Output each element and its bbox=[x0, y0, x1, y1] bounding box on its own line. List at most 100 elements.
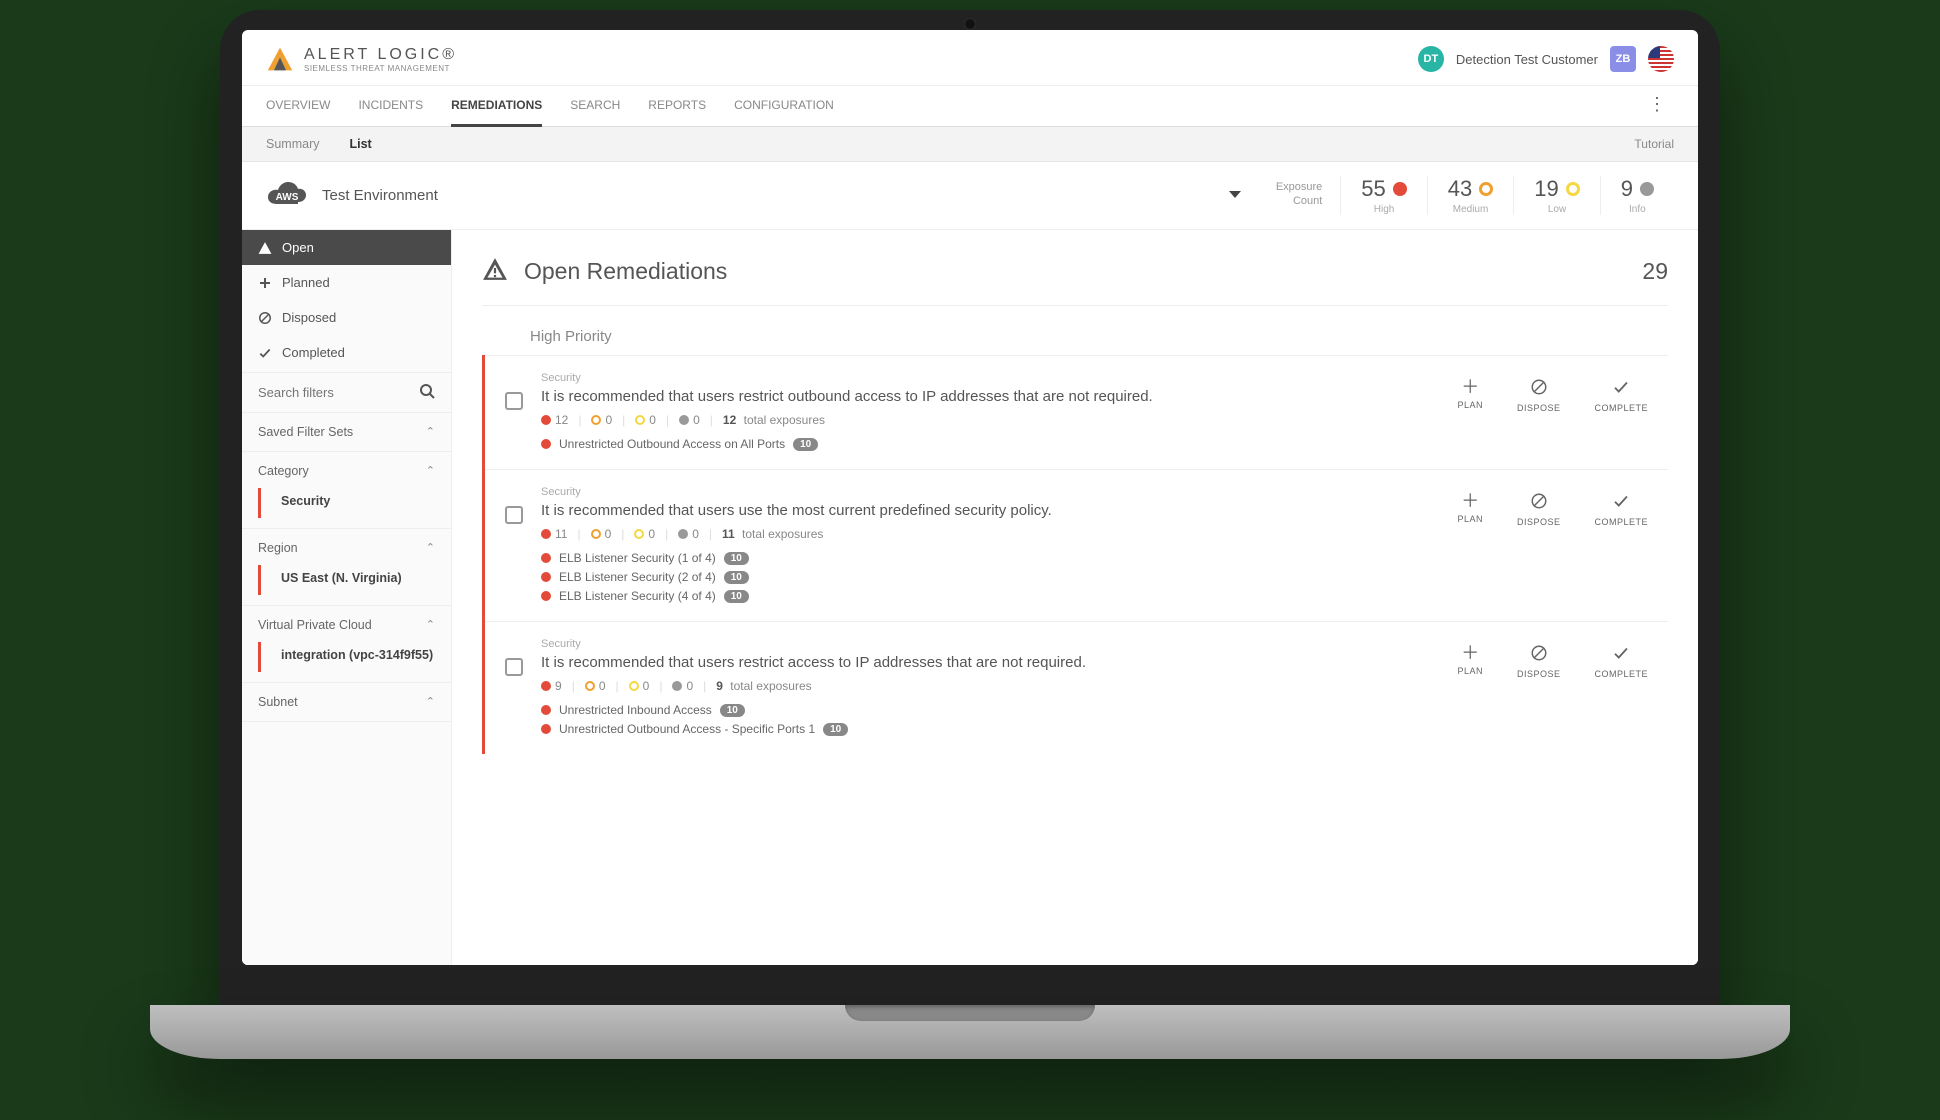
environment-bar: AWS Test Environment Exposure Count 55 H… bbox=[242, 162, 1698, 230]
logo-icon bbox=[266, 45, 294, 73]
check-icon bbox=[1612, 644, 1630, 665]
secondary-tabs: Summary List Tutorial bbox=[242, 127, 1698, 162]
sub-exposure[interactable]: ELB Listener Security (4 of 4)10 bbox=[541, 589, 1439, 603]
tab-reports[interactable]: REPORTS bbox=[648, 86, 706, 126]
exposure-info[interactable]: 9 Info bbox=[1601, 176, 1674, 215]
remediation-card: Security It is recommended that users use… bbox=[485, 469, 1668, 621]
sidebar-state-disposed[interactable]: Disposed bbox=[242, 300, 451, 335]
complete-button[interactable]: COMPLETE bbox=[1594, 492, 1648, 527]
search-icon[interactable] bbox=[419, 383, 435, 402]
tab-incidents[interactable]: INCIDENTS bbox=[358, 86, 423, 126]
camera-dot bbox=[964, 18, 976, 30]
plus-icon: ＋ bbox=[1461, 644, 1479, 662]
sub-exposure[interactable]: Unrestricted Inbound Access10 bbox=[541, 703, 1439, 717]
exposure-high[interactable]: 55 High bbox=[1341, 176, 1427, 215]
chevron-up-icon: ⌃ bbox=[426, 618, 435, 632]
subtab-list[interactable]: List bbox=[349, 127, 371, 161]
select-checkbox[interactable] bbox=[505, 392, 523, 410]
dispose-button[interactable]: DISPOSE bbox=[1517, 378, 1561, 413]
cloud-provider-icon: AWS bbox=[266, 182, 308, 210]
select-checkbox[interactable] bbox=[505, 506, 523, 524]
dispose-button[interactable]: DISPOSE bbox=[1517, 492, 1561, 527]
card-category: Security bbox=[541, 486, 1439, 498]
primary-tabs: OVERVIEW INCIDENTS REMEDIATIONS SEARCH REPOR… bbox=[242, 86, 1698, 127]
laptop-base bbox=[150, 1005, 1790, 1059]
dispose-icon bbox=[1530, 644, 1548, 665]
laptop-bezel: ALERT LOGIC® SIEMLESS THREAT MANAGEMENT … bbox=[220, 10, 1720, 1005]
remediation-card: SecurityIt is recommended that users res… bbox=[485, 355, 1668, 469]
laptop-mock: ALERT LOGIC® SIEMLESS THREAT MANAGEMENT … bbox=[220, 10, 1720, 1059]
filter-section-category[interactable]: Category⌃ bbox=[242, 454, 451, 488]
tab-search[interactable]: SEARCH bbox=[570, 86, 620, 126]
card-title[interactable]: It is recommended that users restrict ac… bbox=[541, 654, 1439, 671]
sub-exposure[interactable]: ELB Listener Security (1 of 4)10 bbox=[541, 551, 1439, 565]
filter-section-saved-filter-sets[interactable]: Saved Filter Sets⌃ bbox=[242, 415, 451, 449]
locale-flag-icon[interactable] bbox=[1648, 46, 1674, 72]
exposure-medium[interactable]: 43 Medium bbox=[1428, 176, 1514, 215]
sub-exposure[interactable]: ELB Listener Security (2 of 4)10 bbox=[541, 570, 1439, 584]
sub-exposure[interactable]: Unrestricted Outbound Access - Specific … bbox=[541, 722, 1439, 736]
chevron-up-icon: ⌃ bbox=[426, 695, 435, 709]
tab-overview[interactable]: OVERVIEW bbox=[266, 86, 330, 126]
exposure-counts: Exposure Count 55 High43 Medium19 Low9 I… bbox=[1276, 176, 1674, 215]
app-screen: ALERT LOGIC® SIEMLESS THREAT MANAGEMENT … bbox=[242, 30, 1698, 965]
user-avatar[interactable]: ZB bbox=[1610, 46, 1636, 72]
tab-configuration[interactable]: CONFIGURATION bbox=[734, 86, 834, 126]
svg-text:AWS: AWS bbox=[276, 192, 299, 203]
dispose-icon bbox=[1530, 378, 1548, 399]
plan-button[interactable]: ＋PLAN bbox=[1457, 378, 1483, 410]
dispose-button[interactable]: DISPOSE bbox=[1517, 644, 1561, 679]
sidebar-state-completed[interactable]: Completed bbox=[242, 335, 451, 370]
plan-button[interactable]: ＋PLAN bbox=[1457, 492, 1483, 524]
check-icon bbox=[258, 346, 272, 360]
environment-name[interactable]: Test Environment bbox=[322, 187, 438, 204]
select-checkbox[interactable] bbox=[505, 658, 523, 676]
card-category: Security bbox=[541, 638, 1439, 650]
tab-remediations[interactable]: REMEDIATIONS bbox=[451, 86, 542, 127]
filter-value[interactable]: Security bbox=[258, 488, 451, 518]
complete-button[interactable]: COMPLETE bbox=[1594, 644, 1648, 679]
logo-text-main: ALERT LOGIC® bbox=[304, 46, 457, 64]
app-header: ALERT LOGIC® SIEMLESS THREAT MANAGEMENT … bbox=[242, 30, 1698, 86]
priority-heading: High Priority bbox=[530, 328, 1668, 345]
filter-section-virtual-private-cloud[interactable]: Virtual Private Cloud⌃ bbox=[242, 608, 451, 642]
brand-logo[interactable]: ALERT LOGIC® SIEMLESS THREAT MANAGEMENT bbox=[266, 45, 457, 73]
filter-search-input[interactable] bbox=[258, 385, 411, 400]
complete-button[interactable]: COMPLETE bbox=[1594, 378, 1648, 413]
check-icon bbox=[1612, 378, 1630, 399]
filter-section-region[interactable]: Region⌃ bbox=[242, 531, 451, 565]
disposed-icon bbox=[258, 311, 272, 325]
exposure-label-1: Exposure bbox=[1276, 180, 1322, 194]
exposure-low[interactable]: 19 Low bbox=[1514, 176, 1600, 215]
sidebar-state-open[interactable]: Open bbox=[242, 230, 451, 265]
more-menu-icon[interactable]: ⋮ bbox=[1640, 86, 1674, 126]
subtab-summary[interactable]: Summary bbox=[266, 127, 319, 161]
main-content: Open Remediations 29 High Priority Secur… bbox=[452, 230, 1698, 965]
sidebar-state-planned[interactable]: Planned bbox=[242, 265, 451, 300]
plan-button[interactable]: ＋PLAN bbox=[1457, 644, 1483, 676]
card-metrics: 11|0|0|0|11 total exposures bbox=[541, 527, 1439, 541]
exposure-label-2: Count bbox=[1276, 194, 1322, 208]
filter-section-subnet[interactable]: Subnet⌃ bbox=[242, 685, 451, 719]
check-icon bbox=[1612, 492, 1630, 513]
chevron-up-icon: ⌃ bbox=[426, 464, 435, 478]
warning-icon bbox=[482, 256, 508, 287]
card-title[interactable]: It is recommended that users use the mos… bbox=[541, 502, 1439, 519]
account-name[interactable]: Detection Test Customer bbox=[1456, 52, 1598, 67]
remediation-card: Security It is recommended that users res… bbox=[485, 621, 1668, 754]
tutorial-link[interactable]: Tutorial bbox=[1634, 127, 1674, 161]
card-title[interactable]: It is recommended that users restrict ou… bbox=[541, 388, 1439, 405]
app-body: OpenPlannedDisposedCompleted Saved Filte… bbox=[242, 230, 1698, 965]
warning-icon bbox=[258, 241, 272, 255]
filter-search[interactable] bbox=[242, 375, 451, 410]
environment-dropdown-icon[interactable] bbox=[1228, 187, 1242, 205]
account-avatar[interactable]: DT bbox=[1418, 46, 1444, 72]
filter-value[interactable]: integration (vpc-314f9f55) bbox=[258, 642, 451, 672]
plus-icon: ＋ bbox=[1461, 378, 1479, 396]
plus-icon bbox=[258, 277, 272, 289]
remediation-count: 29 bbox=[1642, 258, 1668, 285]
card-metrics: 9|0|0|0|9 total exposures bbox=[541, 679, 1439, 693]
logo-text-sub: SIEMLESS THREAT MANAGEMENT bbox=[304, 64, 457, 73]
sub-exposure[interactable]: Unrestricted Outbound Access on All Port… bbox=[541, 437, 1439, 451]
filter-value[interactable]: US East (N. Virginia) bbox=[258, 565, 451, 595]
